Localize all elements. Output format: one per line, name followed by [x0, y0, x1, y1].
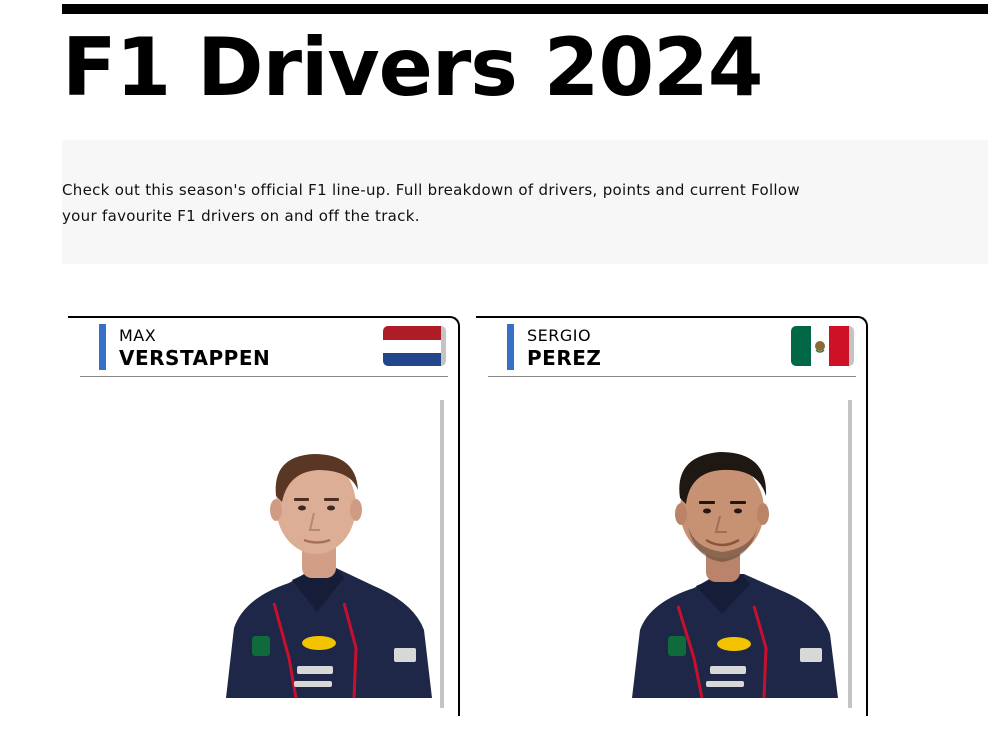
- driver-card-header: SERGIO PEREZ: [488, 318, 856, 377]
- driver-card-header: MAX VERSTAPPEN: [80, 318, 448, 377]
- driver-photo: [74, 398, 444, 699]
- driver-last-name: PEREZ: [527, 346, 602, 370]
- intro-text: Check out this season's official F1 line…: [62, 181, 800, 225]
- page: F1 Drivers 2024 Check out this season's …: [0, 0, 988, 732]
- card-scrollbar[interactable]: [848, 400, 852, 708]
- driver-last-name: VERSTAPPEN: [119, 346, 271, 370]
- top-rule: [62, 4, 988, 14]
- driver-card[interactable]: SERGIO PEREZ: [476, 316, 868, 716]
- driver-first-name: SERGIO: [527, 326, 592, 345]
- intro-section: Check out this season's official F1 line…: [62, 140, 988, 264]
- team-color-bar: [507, 324, 514, 370]
- driver-card[interactable]: MAX VERSTAPPEN: [68, 316, 460, 716]
- mexico-flag-icon: [791, 326, 854, 366]
- netherlands-flag-icon: [383, 326, 446, 366]
- driver-photo: [482, 398, 852, 699]
- team-color-bar: [99, 324, 106, 370]
- card-scrollbar[interactable]: [440, 400, 444, 708]
- page-title: F1 Drivers 2024: [62, 21, 763, 114]
- driver-first-name: MAX: [119, 326, 157, 345]
